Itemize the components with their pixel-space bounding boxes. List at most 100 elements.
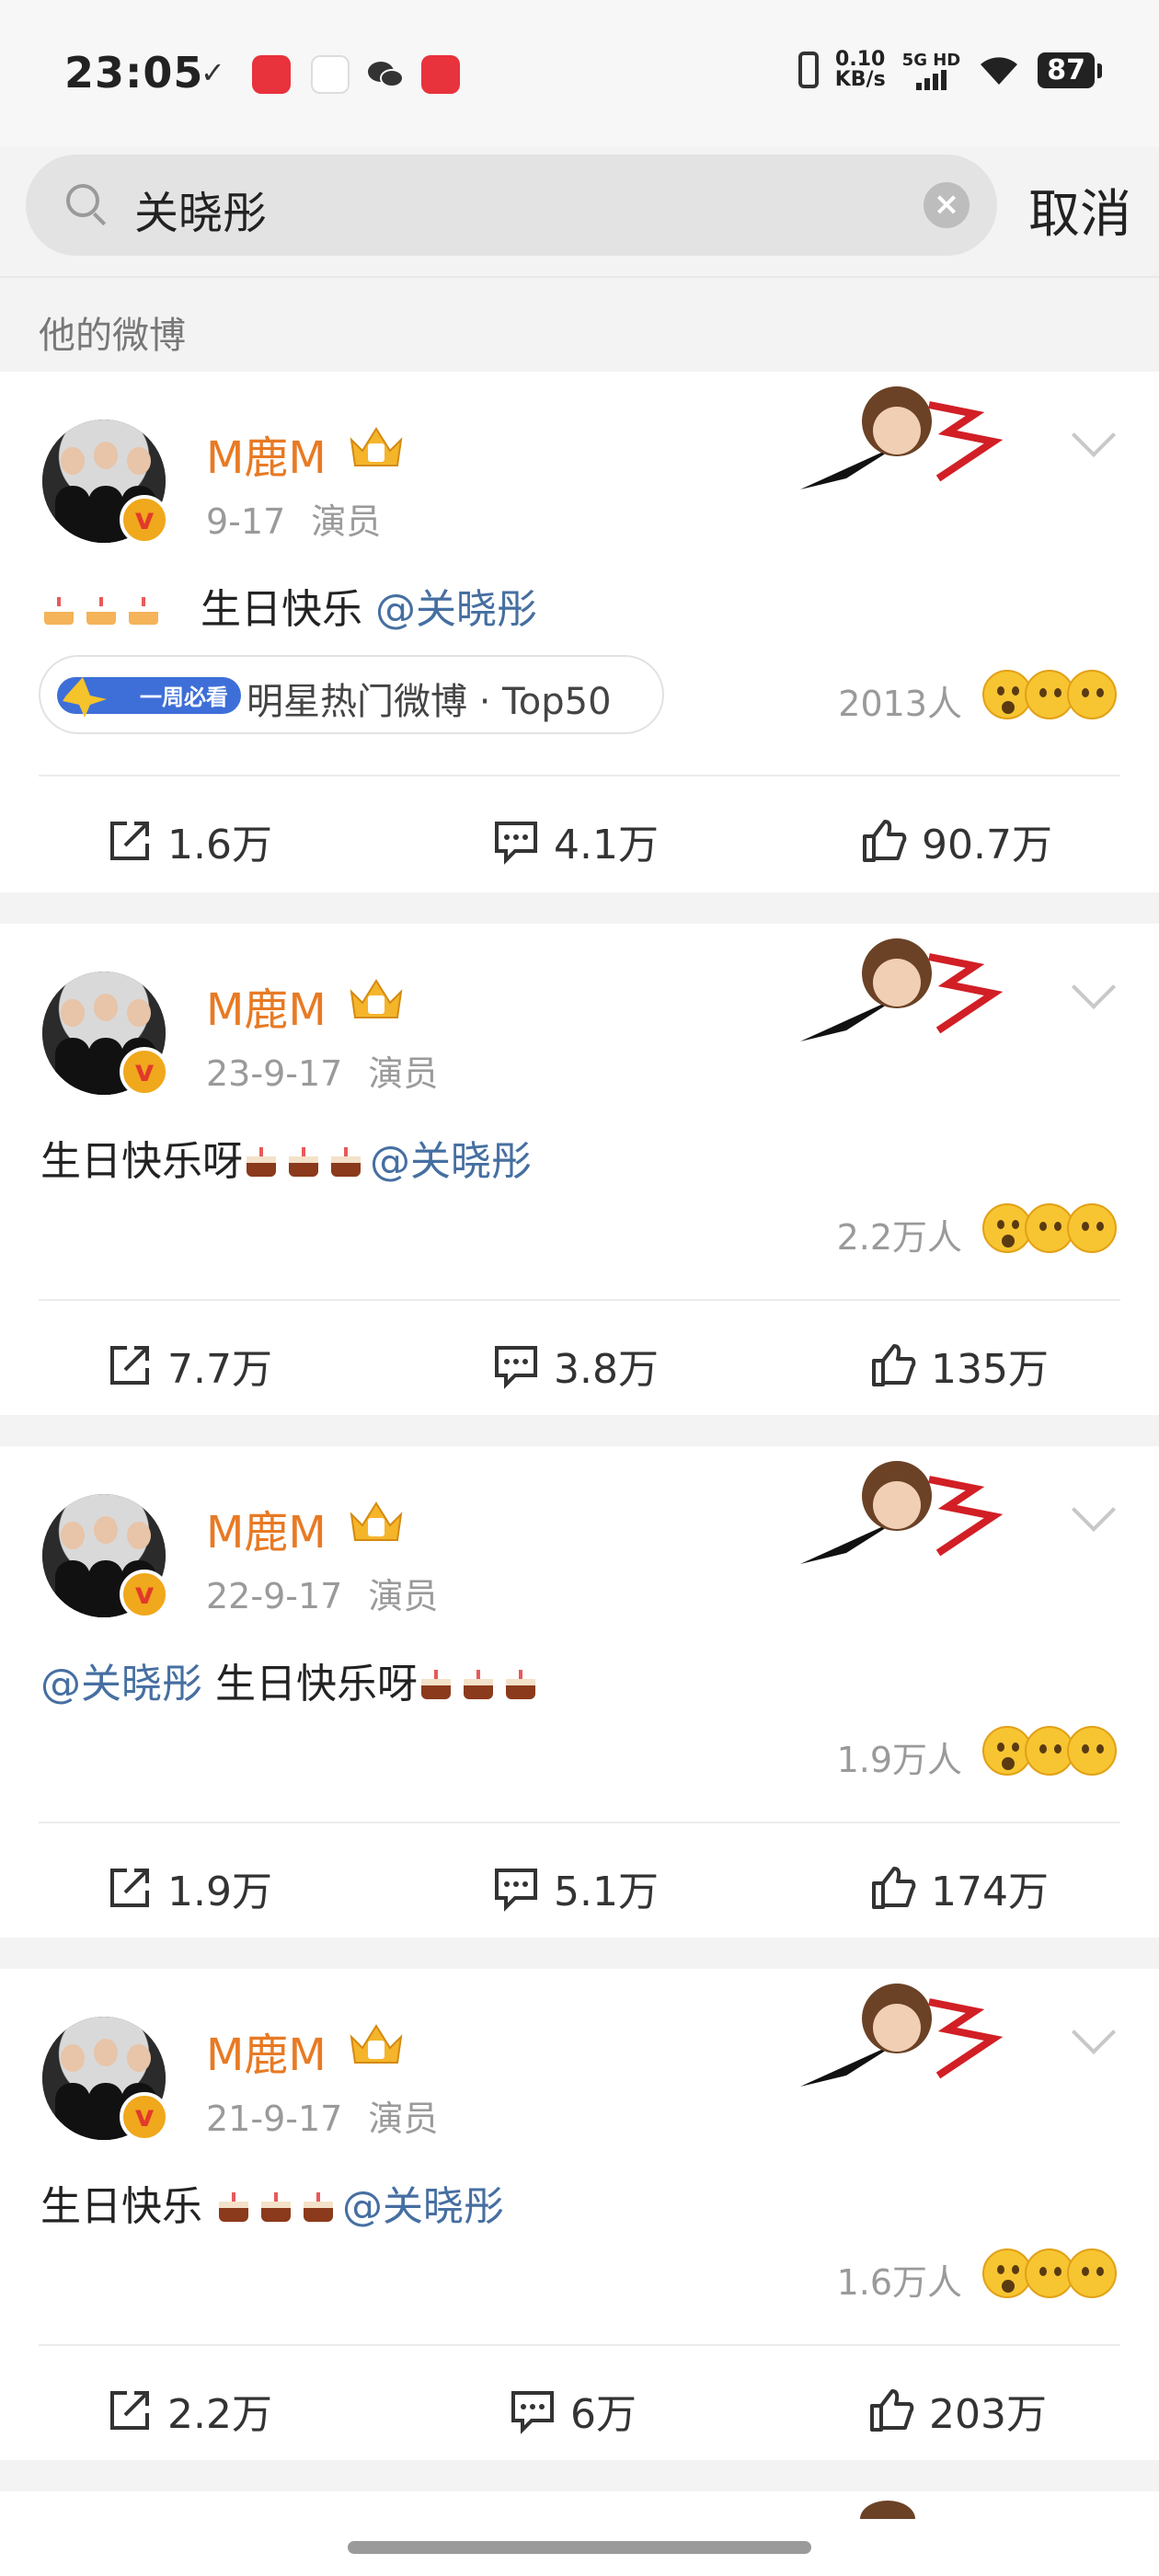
post-card[interactable]: v M鹿M 22-9-17 演员 @关晓彤 生日快乐呀 1.9万人 1.9万 5.… — [0, 1446, 1159, 1938]
comment-count: 6万 — [570, 2391, 637, 2438]
share-button[interactable]: 7.7万 — [105, 1336, 272, 1395]
comment-button[interactable]: 5.1万 — [491, 1858, 659, 1917]
like-count: 174万 — [931, 1869, 1049, 1915]
net-speed-unit: KB/s — [834, 68, 886, 91]
hot-ranking-badge[interactable]: 一周必看 明星热门微博 · Top50 — [39, 655, 664, 734]
post-body-text: 生日快乐 — [201, 586, 362, 633]
camera-app-icon — [421, 55, 460, 94]
chevron-down-icon[interactable] — [1071, 2009, 1117, 2055]
thumbs-up-icon — [863, 820, 907, 862]
cake-icons — [40, 586, 201, 633]
reaction-count[interactable]: 1.6万人 — [837, 2254, 962, 2305]
cake-icons — [418, 1661, 545, 1708]
verified-badge-icon: v — [120, 495, 169, 545]
chevron-down-icon[interactable] — [1071, 412, 1117, 458]
crown-badge-icon — [350, 427, 403, 466]
author-role: 演员 — [368, 2099, 439, 2139]
vibrate-icon — [798, 52, 819, 88]
share-count: 1.6万 — [167, 822, 272, 868]
map-app-icon — [311, 55, 350, 94]
thumbs-up-icon — [872, 1344, 916, 1386]
author-role: 演员 — [311, 501, 382, 542]
wechat-app-icon — [366, 55, 405, 94]
author-name[interactable]: M鹿M — [206, 973, 327, 1038]
crown-badge-icon — [350, 979, 403, 1018]
chevron-down-icon[interactable] — [1071, 964, 1117, 1010]
share-button[interactable]: 1.9万 — [105, 1858, 272, 1917]
author-role: 演员 — [368, 1053, 439, 1094]
like-button[interactable]: 174万 — [868, 1858, 1049, 1917]
divider — [39, 2344, 1120, 2346]
post-date: 9-17 — [206, 501, 286, 542]
comment-button[interactable]: 3.8万 — [491, 1336, 659, 1395]
battery-indicator: 87 — [1038, 52, 1102, 88]
reaction-emoji-icons — [982, 1726, 1120, 1781]
author-role: 演员 — [368, 1576, 439, 1616]
post-card[interactable]: v M鹿M 21-9-17 演员 生日快乐 @关晓彤 1.6万人 2.2万 6万 … — [0, 1969, 1159, 2460]
cancel-button[interactable]: 取消 — [1028, 173, 1131, 247]
reaction-emoji-icons — [982, 670, 1120, 725]
hot-badge-label: 一周必看 — [140, 684, 228, 710]
like-button[interactable]: 203万 — [866, 2381, 1047, 2440]
search-icon — [66, 184, 99, 217]
verified-badge-icon: v — [120, 1047, 169, 1097]
post-body-text: 生日快乐呀 — [215, 1661, 418, 1708]
search-input[interactable]: 关晓彤 — [134, 177, 267, 241]
share-icon — [110, 2391, 149, 2430]
comment-count: 5.1万 — [554, 1869, 659, 1915]
reaction-emoji-icons — [982, 2248, 1120, 2304]
header-divider — [0, 276, 1159, 278]
card-decoration-sticker — [800, 938, 1003, 1041]
share-button[interactable]: 1.6万 — [105, 811, 272, 870]
like-count: 203万 — [929, 2391, 1047, 2438]
post-meta: 23-9-17 演员 — [206, 1045, 438, 1096]
post-body-text: 生日快乐呀 — [40, 1138, 243, 1185]
like-count: 90.7万 — [922, 822, 1052, 868]
xiaohongshu-app-icon — [252, 55, 291, 94]
post-meta: 22-9-17 演员 — [206, 1568, 438, 1618]
author-name[interactable]: M鹿M — [206, 2018, 327, 2083]
comment-count: 4.1万 — [554, 822, 659, 868]
comment-icon — [495, 1869, 537, 1912]
post-card[interactable]: v M鹿M 23-9-17 演员 生日快乐呀 @关晓彤 2.2万人 7.7万 3.8… — [0, 924, 1159, 1415]
post-card[interactable]: v M鹿M 9-17 演员 生日快乐 @关晓彤 一周必看 明星热门微博 · Top… — [0, 372, 1159, 892]
clear-search-icon[interactable]: × — [924, 182, 970, 228]
card-decoration-sticker — [860, 2501, 915, 2519]
card-decoration-sticker — [800, 1461, 1003, 1564]
search-bar[interactable]: 关晓彤 × — [26, 155, 997, 256]
signal-label: 5G HD — [901, 50, 961, 70]
like-button[interactable]: 90.7万 — [859, 811, 1052, 870]
like-count: 135万 — [931, 1346, 1049, 1393]
cake-icons — [243, 1138, 370, 1185]
post-date: 21-9-17 — [206, 2099, 343, 2139]
crown-badge-icon — [350, 1501, 403, 1541]
post-text: @关晓彤 生日快乐呀 — [40, 1650, 545, 1709]
card-decoration-sticker — [800, 1984, 1003, 2087]
comment-button[interactable]: 6万 — [508, 2381, 637, 2440]
post-date: 23-9-17 — [206, 1053, 343, 1094]
wifi-icon — [981, 57, 1018, 85]
share-button[interactable]: 2.2万 — [105, 2381, 272, 2440]
reaction-count[interactable]: 1.9万人 — [837, 1731, 962, 1782]
like-button[interactable]: 135万 — [868, 1336, 1049, 1395]
reaction-count[interactable]: 2.2万人 — [837, 1209, 962, 1259]
comment-button[interactable]: 4.1万 — [491, 811, 659, 870]
comment-icon — [511, 2391, 554, 2434]
share-icon — [110, 1346, 149, 1385]
divider — [39, 1822, 1120, 1823]
chevron-down-icon[interactable] — [1071, 1487, 1117, 1533]
mention-link[interactable]: @关晓彤 — [40, 1661, 202, 1708]
mention-link[interactable]: @关晓彤 — [375, 586, 537, 633]
comment-icon — [495, 822, 537, 865]
home-indicator[interactable] — [348, 2541, 811, 2554]
share-icon — [110, 822, 149, 860]
verified-badge-icon: v — [120, 2092, 169, 2142]
post-card-partial[interactable] — [0, 2491, 1159, 2576]
mention-link[interactable]: @关晓彤 — [342, 2183, 504, 2230]
verified-badge-icon: v — [120, 1570, 169, 1619]
mention-link[interactable]: @关晓彤 — [370, 1138, 532, 1185]
reaction-count[interactable]: 2013人 — [838, 675, 962, 726]
status-time: 23:05 — [64, 48, 204, 98]
author-name[interactable]: M鹿M — [206, 421, 327, 486]
author-name[interactable]: M鹿M — [206, 1496, 327, 1560]
